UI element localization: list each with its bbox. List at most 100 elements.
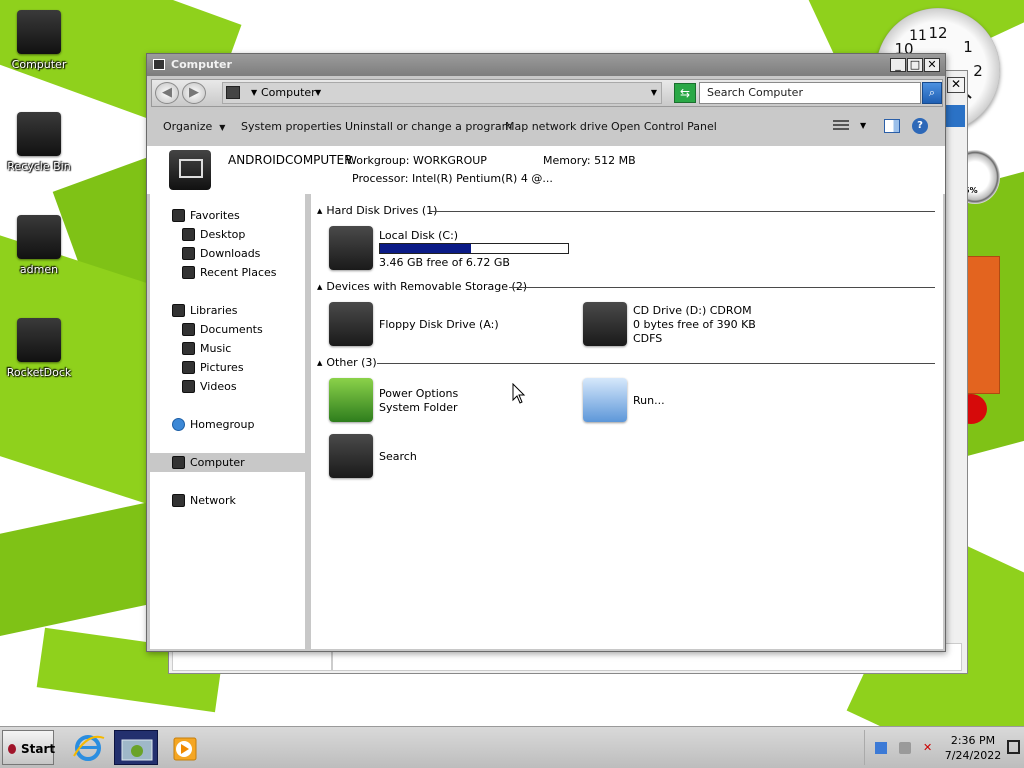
open-control-panel-button[interactable]: Open Control Panel — [611, 120, 717, 133]
breadcrumb-computer[interactable]: Computer — [261, 86, 316, 99]
nav-downloads[interactable]: Downloads — [150, 244, 305, 263]
nav-music-label: Music — [200, 342, 232, 355]
volume-muted-icon[interactable]: ✕ — [923, 742, 935, 754]
preview-pane-icon[interactable] — [884, 119, 900, 133]
svg-text:12: 12 — [928, 24, 947, 42]
run-icon — [583, 378, 627, 422]
address-dropdown-icon[interactable]: ▼ — [651, 88, 657, 97]
change-view-icon[interactable] — [833, 118, 849, 134]
homegroup-icon — [172, 418, 185, 431]
nav-pictures[interactable]: Pictures — [150, 358, 305, 377]
notes-gadget[interactable] — [964, 256, 1000, 394]
star-icon — [172, 209, 185, 222]
item-name: Power Options — [379, 387, 459, 400]
drive-name: Local Disk (C:) — [379, 229, 459, 242]
media-player-icon — [173, 737, 197, 761]
cd-drive-icon — [583, 302, 627, 346]
background-window-close-icon[interactable]: ✕ — [947, 77, 965, 93]
nav-libraries[interactable]: Libraries — [150, 301, 305, 320]
breadcrumb-arrow-icon[interactable]: ▼ — [251, 88, 257, 97]
nav-network[interactable]: Network — [150, 491, 305, 510]
organize-menu[interactable]: Organize ▼ — [163, 120, 225, 133]
start-label: Start — [21, 742, 56, 756]
window-titlebar[interactable]: Computer _ □ ✕ — [147, 54, 945, 76]
nav-homegroup[interactable]: Homegroup — [150, 415, 305, 434]
nav-documents[interactable]: Documents — [150, 320, 305, 339]
computer-name: ANDROIDCOMPUTER — [228, 153, 353, 167]
desktop-icon-admen[interactable]: admen — [1, 215, 77, 276]
pictures-icon — [182, 361, 195, 374]
show-desktop-button[interactable] — [1007, 740, 1020, 754]
maximize-button[interactable]: □ — [907, 58, 923, 72]
group-header-label: Other (3) — [326, 356, 377, 369]
group-header-label: Hard Disk Drives (1) — [326, 204, 438, 217]
taskbar-explorer[interactable] — [114, 730, 158, 765]
nav-recent-places[interactable]: Recent Places — [150, 263, 305, 282]
explorer-window[interactable]: Computer _ □ ✕ ◀ ▶ ▼ Computer ▼ ▼ ⇆ Sear… — [146, 53, 946, 652]
group-header-label: Devices with Removable Storage (2) — [326, 280, 528, 293]
nav-desktop[interactable]: Desktop — [150, 225, 305, 244]
breadcrumb-arrow-icon[interactable]: ▼ — [315, 88, 321, 97]
navigation-pane: Favorites Desktop Downloads Recent Place… — [150, 194, 308, 649]
item-search[interactable]: Search — [329, 434, 549, 478]
map-network-drive-button[interactable]: Map network drive — [505, 120, 608, 133]
nav-favorites-label: Favorites — [190, 209, 240, 222]
search-input[interactable]: Search Computer — [699, 82, 921, 104]
clock-date[interactable]: 7/24/2022 — [943, 749, 1003, 762]
drive-floppy-a[interactable]: Floppy Disk Drive (A:) — [329, 302, 549, 346]
item-name: Run... — [633, 394, 665, 407]
recycle-bin-icon — [17, 112, 61, 156]
download-icon — [182, 247, 195, 260]
nav-computer[interactable]: Computer — [150, 453, 305, 472]
documents-icon — [182, 323, 195, 336]
desktop-icon-computer[interactable]: Computer — [1, 10, 77, 71]
command-bar: Organize ▼ System properties Uninstall or… — [147, 110, 945, 146]
taskbar-media-player[interactable] — [162, 730, 206, 765]
network-icon — [172, 494, 185, 507]
group-header-other[interactable]: ▲ Other (3) — [317, 356, 377, 369]
computer-icon — [153, 59, 165, 70]
computer-icon — [172, 456, 185, 469]
hard-disk-icon — [329, 226, 373, 270]
disk-usage-bar — [379, 243, 569, 254]
drive-free-space: 0 bytes free of 390 KB — [633, 318, 756, 331]
drive-cd-d[interactable]: CD Drive (D:) CDROM 0 bytes free of 390 … — [583, 302, 803, 346]
battery-icon — [329, 378, 373, 422]
nav-music[interactable]: Music — [150, 339, 305, 358]
desktop-icon-recycle-bin[interactable]: Recycle Bin — [1, 112, 77, 173]
system-tray: ✕ 2:36 PM 7/24/2022 — [864, 730, 1024, 765]
minimize-button[interactable]: _ — [890, 58, 906, 72]
group-header-hard-disks[interactable]: ▲ Hard Disk Drives (1) — [317, 204, 437, 217]
folder-icon — [17, 318, 61, 362]
system-properties-button[interactable]: System properties — [241, 120, 342, 133]
network-icon[interactable] — [899, 742, 911, 754]
group-divider — [377, 363, 935, 364]
taskbar-internet-explorer[interactable] — [66, 730, 110, 765]
close-button[interactable]: ✕ — [924, 58, 940, 72]
background-window-search-icon[interactable] — [945, 105, 965, 127]
group-header-removable[interactable]: ▲ Devices with Removable Storage (2) — [317, 280, 527, 293]
search-icon[interactable]: ⌕ — [922, 82, 942, 104]
drive-local-disk-c[interactable]: Local Disk (C:) 3.46 GB free of 6.72 GB — [329, 226, 579, 270]
recent-icon — [182, 266, 195, 279]
item-run[interactable]: Run... — [583, 378, 803, 422]
music-icon — [182, 342, 195, 355]
nav-favorites[interactable]: Favorites — [150, 206, 305, 225]
back-button[interactable]: ◀ — [155, 82, 179, 104]
svg-text:2: 2 — [973, 62, 983, 80]
chevron-down-icon[interactable]: ▼ — [860, 121, 866, 130]
group-divider — [509, 287, 935, 288]
nav-videos[interactable]: Videos — [150, 377, 305, 396]
nav-homegroup-label: Homegroup — [190, 418, 255, 431]
library-icon — [172, 304, 185, 317]
start-button[interactable]: Start — [2, 730, 56, 765]
refresh-button[interactable]: ⇆ — [674, 83, 696, 103]
forward-button[interactable]: ▶ — [182, 82, 206, 104]
address-field[interactable]: ▼ Computer ▼ ▼ — [222, 82, 662, 104]
help-icon[interactable]: ? — [912, 118, 928, 134]
uninstall-program-button[interactable]: Uninstall or change a program — [345, 120, 512, 133]
action-center-icon[interactable] — [875, 742, 887, 754]
clock-time[interactable]: 2:36 PM — [943, 734, 1003, 747]
nav-recent-places-label: Recent Places — [200, 266, 277, 279]
desktop-icon-rocketdock[interactable]: RocketDock — [1, 318, 77, 379]
